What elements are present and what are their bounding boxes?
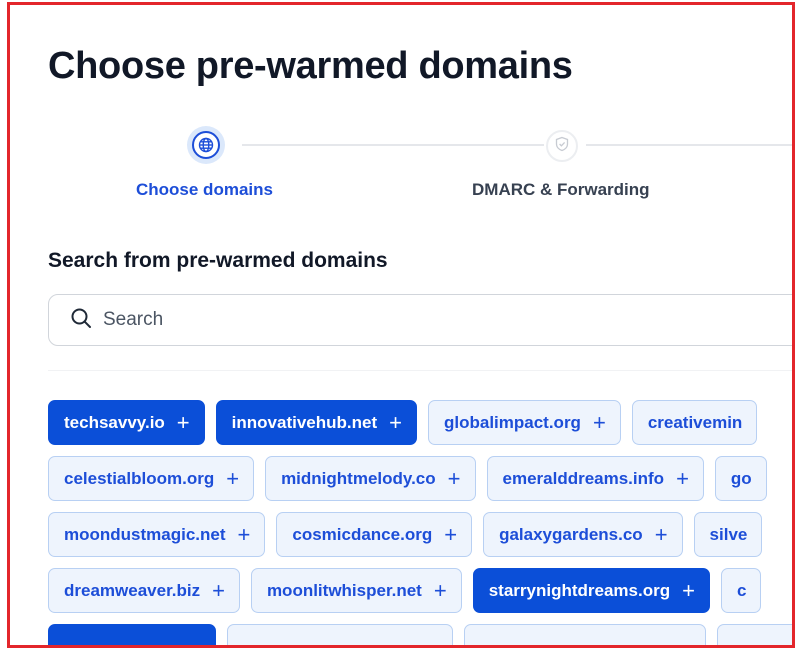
domain-chip[interactable] — [48, 624, 216, 645]
domain-chip-label: globalimpact.org — [443, 412, 581, 432]
search-section-title: Search from pre-warmed domains — [48, 249, 388, 272]
chip-row: techsavvy.io + innovativehub.net + globa… — [48, 400, 758, 445]
domain-chip[interactable]: emeralddreams.info + — [486, 456, 704, 501]
chip-row — [48, 624, 792, 645]
domain-chip[interactable]: go — [714, 456, 767, 501]
domain-chip-label: midnightmelody.co — [281, 468, 436, 488]
domain-chip-label: dreamweaver.biz — [64, 580, 201, 600]
step-dmarc-forwarding[interactable] — [546, 130, 578, 162]
domain-chip[interactable] — [717, 624, 792, 645]
shield-check-icon — [554, 136, 570, 157]
domain-chip[interactable]: c — [720, 568, 762, 613]
chip-row: dreamweaver.biz + moonlitwhisper.net + s… — [48, 568, 762, 613]
domain-chip[interactable]: moonlitwhisper.net + — [250, 568, 462, 613]
domain-chip-label: moondustmagic.net — [64, 524, 226, 544]
domain-chip[interactable]: galaxygardens.co + — [483, 512, 683, 557]
domain-chip[interactable] — [464, 624, 706, 645]
divider — [48, 370, 792, 371]
domain-chip[interactable]: techsavvy.io + — [48, 400, 205, 445]
chip-row: moondustmagic.net + cosmicdance.org + ga… — [48, 512, 763, 557]
app-window: Choose pre-warmed domains Choose domains… — [7, 2, 795, 648]
chip-row: celestialbloom.org + midnightmelody.co +… — [48, 456, 767, 501]
globe-icon — [192, 131, 220, 159]
plus-icon: + — [212, 577, 225, 603]
domain-chip[interactable]: silve — [693, 512, 763, 557]
step-choose-domains[interactable] — [187, 126, 225, 164]
domain-chip-label: techsavvy.io — [64, 412, 165, 432]
domain-chip-label: galaxygardens.co — [499, 524, 643, 544]
plus-icon: + — [592, 409, 606, 435]
domain-chip[interactable]: moondustmagic.net + — [48, 512, 266, 557]
plus-icon: + — [433, 577, 447, 603]
plus-icon: + — [654, 521, 668, 547]
plus-icon: + — [447, 465, 461, 491]
domain-chip-label: moonlitwhisper.net — [266, 580, 422, 600]
plus-icon: + — [237, 521, 251, 547]
domain-chip-label: emeralddreams.info — [502, 468, 665, 488]
search-input[interactable] — [103, 309, 603, 331]
domain-chip[interactable]: innovativehub.net + — [215, 400, 417, 445]
step-label-dmarc-forwarding: DMARC & Forwarding — [472, 180, 650, 199]
domain-chip-label: creativemin — [647, 412, 743, 432]
plus-icon: + — [226, 465, 240, 491]
plus-icon: + — [389, 409, 402, 435]
plus-icon: + — [444, 521, 458, 547]
domain-chip-label: go — [730, 468, 752, 488]
stepper-connector — [586, 144, 792, 146]
domain-chip[interactable] — [227, 624, 453, 645]
domain-chip[interactable]: celestialbloom.org + — [48, 456, 255, 501]
plus-icon: + — [676, 465, 689, 491]
domain-chip-label: cosmicdance.org — [292, 524, 433, 544]
domain-chip-label: silve — [709, 524, 748, 544]
domain-chip-label: innovativehub.net — [231, 412, 378, 432]
domain-chip[interactable]: midnightmelody.co + — [265, 456, 476, 501]
search-icon — [69, 306, 93, 335]
plus-icon: + — [176, 409, 190, 435]
search-box[interactable] — [48, 294, 792, 346]
step-label-choose-domains: Choose domains — [136, 180, 273, 199]
domain-chip-label: c — [736, 580, 747, 600]
stepper-connector — [242, 144, 544, 146]
domain-chip-label: celestialbloom.org — [64, 468, 215, 488]
page-title: Choose pre-warmed domains — [48, 45, 573, 87]
domain-chip[interactable]: dreamweaver.biz + — [48, 568, 240, 613]
domain-chip[interactable]: starrynightdreams.org + — [472, 568, 710, 613]
domain-chip[interactable]: globalimpact.org + — [427, 400, 621, 445]
domain-chip-label: starrynightdreams.org — [488, 580, 671, 600]
domain-chip[interactable]: creativemin — [631, 400, 758, 445]
domain-chip[interactable]: cosmicdance.org + — [276, 512, 473, 557]
plus-icon: + — [682, 577, 695, 603]
